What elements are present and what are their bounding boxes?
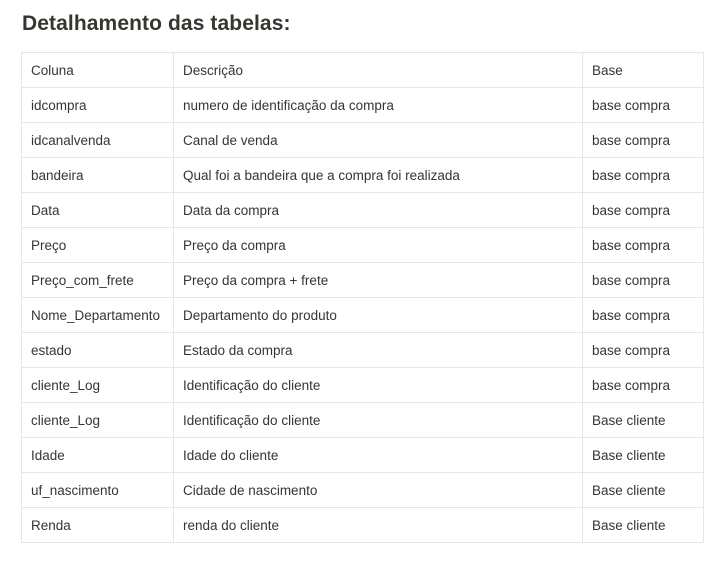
page-title: Detalhamento das tabelas: [22,12,291,35]
table-row: cliente_Log Identificação do cliente base … [21,367,704,403]
cell-base: Base cliente [582,402,704,438]
cell-base: base compra [582,87,704,123]
cell-descricao: Estado da compra [173,332,583,368]
cell-coluna: estado [21,332,174,368]
cell-coluna: uf_nascimento [21,472,174,508]
cell-base: base compra [582,122,704,158]
table-row: uf_nascimento Cidade de nascimento Base cl… [21,472,704,508]
table-row: Idade Idade do cliente Base cliente [21,437,704,473]
cell-descricao: Data da compra [173,192,583,228]
details-table: Coluna Descrição Base idcompra numero de … [21,52,704,543]
cell-descricao: Idade do cliente [173,437,583,473]
table-row: bandeira Qual foi a bandeira que a compra… [21,157,704,193]
table-body: Coluna Descrição Base idcompra numero de … [21,52,704,543]
table-row: cliente_Log Identificação do cliente Base … [21,402,704,438]
page: Detalhamento das tabelas: Coluna Descriç… [0,0,727,564]
cell-base: base compra [582,262,704,298]
cell-descricao: Identificação do cliente [173,402,583,438]
cell-base: base compra [582,192,704,228]
table-row: idcanalvenda Canal de venda base compra [21,122,704,158]
cell-descricao: Identificação do cliente [173,367,583,403]
table-row: Preço_com_frete Preço da compra + frete ba… [21,262,704,298]
cell-coluna: Data [21,192,174,228]
cell-coluna: Idade [21,437,174,473]
cell-base: base compra [582,227,704,263]
table-row: Renda renda do cliente Base cliente [21,507,704,543]
cell-descricao: Canal de venda [173,122,583,158]
cell-base: Base cliente [582,507,704,543]
cell-descricao: Preço da compra [173,227,583,263]
cell-coluna: bandeira [21,157,174,193]
header-cell-base: Base [582,52,704,88]
cell-coluna: cliente_Log [21,402,174,438]
cell-coluna: Renda [21,507,174,543]
cell-base: Base cliente [582,472,704,508]
cell-descricao: numero de identificação da compra [173,87,583,123]
header-cell-coluna: Coluna [21,52,174,88]
table-row: Data Data da compra base compra [21,192,704,228]
cell-descricao: Qual foi a bandeira que a compra foi rea… [173,157,583,193]
cell-descricao: Cidade de nascimento [173,472,583,508]
table-row: idcompra numero de identificação da compr… [21,87,704,123]
table-row: Nome_Departamento Departamento do produto… [21,297,704,333]
cell-descricao: Preço da compra + frete [173,262,583,298]
cell-base: base compra [582,157,704,193]
cell-coluna: Preço_com_frete [21,262,174,298]
header-cell-descricao: Descrição [173,52,583,88]
table-row: Preço Preço da compra base compra [21,227,704,263]
cell-coluna: idcompra [21,87,174,123]
cell-descricao: renda do cliente [173,507,583,543]
cell-descricao: Departamento do produto [173,297,583,333]
table-header-row: Coluna Descrição Base [21,52,704,88]
cell-base: Base cliente [582,437,704,473]
cell-coluna: Nome_Departamento [21,297,174,333]
cell-base: base compra [582,297,704,333]
cell-coluna: Preço [21,227,174,263]
cell-base: base compra [582,332,704,368]
cell-coluna: cliente_Log [21,367,174,403]
table-row: estado Estado da compra base compra [21,332,704,368]
cell-coluna: idcanalvenda [21,122,174,158]
cell-base: base compra [582,367,704,403]
